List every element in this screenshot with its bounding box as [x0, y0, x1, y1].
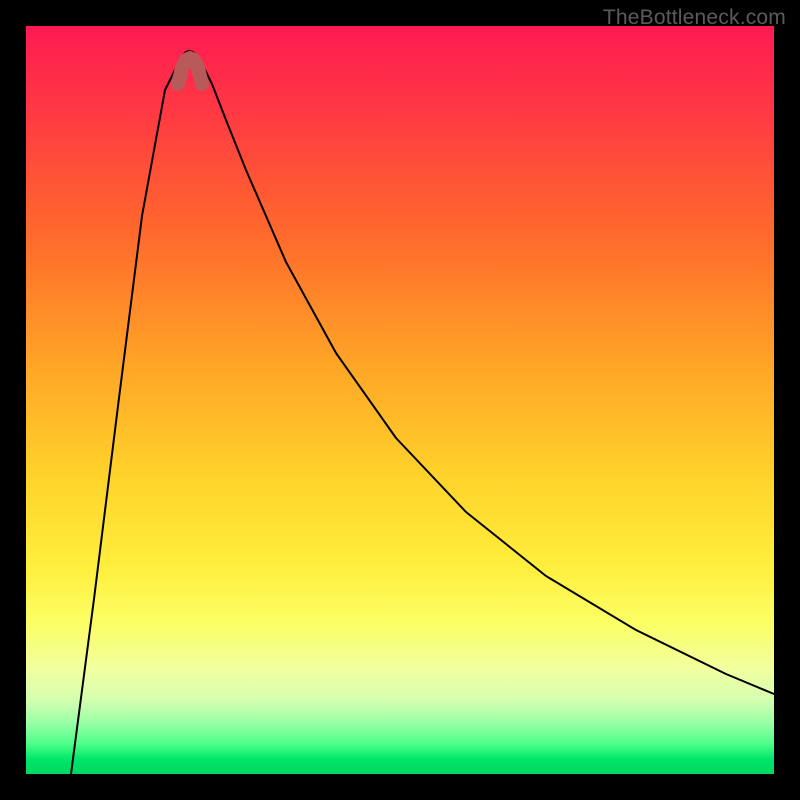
plot-area	[26, 26, 774, 774]
bottleneck-curve	[71, 51, 774, 774]
optimum-marker	[178, 58, 202, 84]
watermark-text: TheBottleneck.com	[603, 6, 786, 30]
chart-svg	[26, 26, 774, 774]
